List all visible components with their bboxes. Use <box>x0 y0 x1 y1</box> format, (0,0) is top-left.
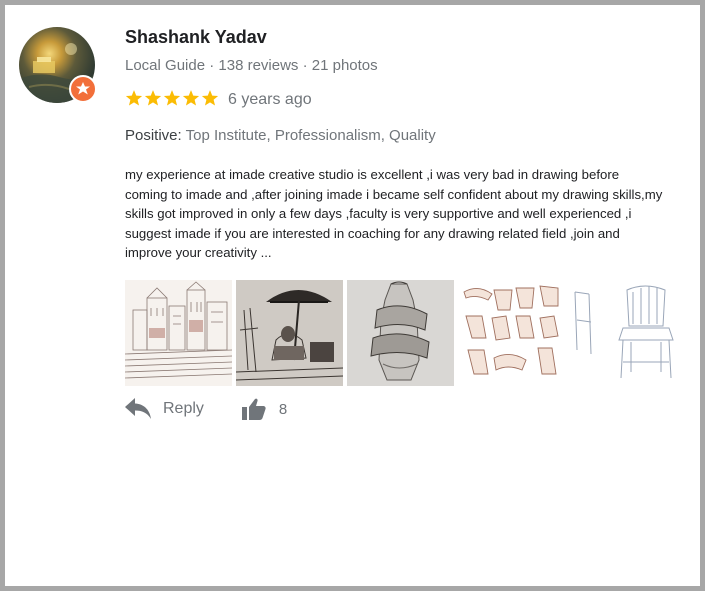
like-button[interactable]: 8 <box>241 398 288 420</box>
reply-label: Reply <box>163 400 204 417</box>
positive-label: Positive: <box>125 127 182 144</box>
review-photo-1[interactable] <box>125 280 232 386</box>
review-photo-5[interactable] <box>569 280 676 386</box>
reply-button[interactable]: Reply <box>125 398 204 420</box>
review-photos <box>125 280 676 386</box>
sketch-hands-photo <box>458 280 565 386</box>
review-text: my experience at imade creative studio i… <box>125 167 663 261</box>
sketch-chair-photo <box>569 280 676 386</box>
star-rating <box>125 89 219 107</box>
star-icon <box>144 90 162 106</box>
review-actions: Reply 8 <box>125 398 287 420</box>
sketch-ghats-photo <box>125 280 232 386</box>
star-icon <box>125 90 143 106</box>
star-icon <box>163 90 181 106</box>
star-icon <box>182 90 200 106</box>
reviewer-name[interactable]: Shashank Yadav <box>125 27 267 48</box>
positive-attributes: Positive: Top Institute, Professionalism… <box>125 127 436 144</box>
star-icon <box>201 90 219 106</box>
sketch-draped-vase-photo <box>347 280 454 386</box>
review-photo-3[interactable] <box>347 280 454 386</box>
sketch-umbrella-vendor-photo <box>236 280 343 386</box>
review-photo-2[interactable] <box>236 280 343 386</box>
local-guide-badge-icon <box>69 75 97 103</box>
review-card: Shashank Yadav Local Guide · 138 reviews… <box>5 5 700 586</box>
thumbs-up-icon <box>241 398 266 420</box>
reply-icon <box>125 398 151 419</box>
review-photo-4[interactable] <box>458 280 565 386</box>
positive-value: Top Institute, Professionalism, Quality <box>185 127 436 144</box>
reviewer-meta[interactable]: Local Guide · 138 reviews · 21 photos <box>125 57 378 74</box>
like-count: 8 <box>278 400 288 418</box>
review-time: 6 years ago <box>228 91 312 108</box>
